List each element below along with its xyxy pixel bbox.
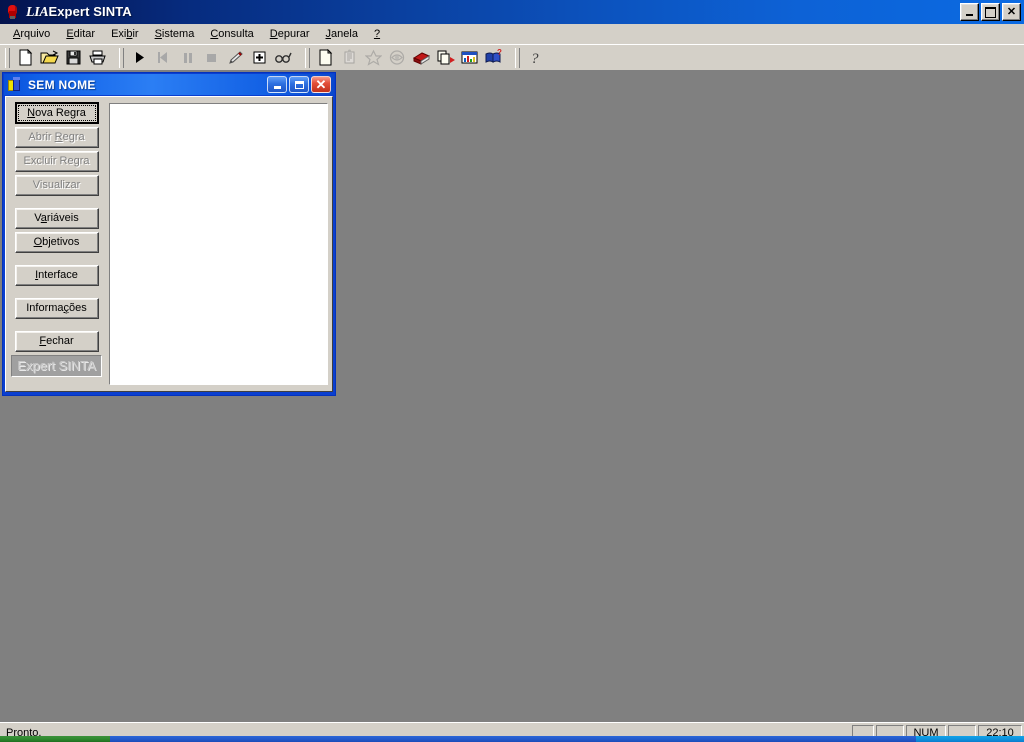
child-close-button[interactable]: ✕ (311, 76, 331, 93)
menu-item-exibir[interactable]: Exibir (103, 26, 147, 43)
report-window-icon[interactable] (457, 46, 481, 69)
objectives-icon[interactable] (361, 46, 385, 69)
close-button[interactable]: ✕ (1002, 3, 1021, 21)
menu-item-arquivo[interactable]: Arquivo (5, 26, 58, 43)
run-play-icon[interactable] (127, 46, 151, 69)
interface-button[interactable]: Interface (14, 265, 99, 286)
taskbar-tasks[interactable] (110, 736, 916, 742)
step-back-icon[interactable] (151, 46, 175, 69)
child-window-controls: ✕ (267, 76, 331, 93)
toolbar-grip-2[interactable] (119, 47, 124, 68)
interface-label: Interface (35, 269, 78, 281)
open-folder-icon[interactable] (37, 46, 61, 69)
rule-list-container (109, 103, 328, 385)
rule-listbox[interactable] (110, 104, 327, 384)
knowledge-base-icon[interactable] (409, 46, 433, 69)
new-file-icon[interactable] (13, 46, 37, 69)
objetivos-label: Objetivos (33, 236, 80, 248)
visualizar-label: Visualizar (32, 179, 81, 191)
child-maximize-button[interactable] (289, 76, 309, 93)
menu-bar: Arquivo Editar Exibir Sistema Consulta D… (0, 24, 1024, 44)
window-controls: ✕ (960, 3, 1021, 21)
restore-button[interactable] (981, 3, 1000, 21)
mdi-client-area: SEM NOME ✕ Nova Regra Abrir Regra Exclui… (0, 71, 1024, 722)
rule-action-panel: Nova Regra Abrir Regra Excluir Regra Vis… (6, 97, 107, 391)
toolbar-grip[interactable] (5, 47, 10, 68)
svg-text:?: ? (497, 49, 502, 57)
nova-regra-label: Nova Regra (27, 106, 86, 119)
pause-icon[interactable] (175, 46, 199, 69)
toolbar-grip-4[interactable] (515, 47, 520, 68)
svg-text:?: ? (531, 51, 539, 66)
child-title-bar: SEM NOME ✕ (4, 74, 334, 95)
system-tray[interactable] (916, 736, 1024, 742)
abrir-regra-label: Abrir Regra (28, 131, 85, 143)
excluir-regra-button[interactable]: Excluir Regra (14, 151, 99, 172)
main-window: LIAExpert SINTA ✕ Arquivo Editar Exibir … (0, 0, 1024, 742)
interface-icon[interactable] (385, 46, 409, 69)
menu-item-consulta[interactable]: Consulta (202, 26, 261, 43)
variables-icon[interactable] (337, 46, 361, 69)
menu-item-editar[interactable]: Editar (58, 26, 103, 43)
menu-item-janela[interactable]: Janela (318, 26, 366, 43)
start-button[interactable] (0, 736, 110, 742)
child-window-title: SEM NOME (28, 77, 96, 92)
toolbar: ? ? (0, 44, 1024, 71)
abrir-regra-button[interactable]: Abrir Regra (14, 127, 99, 148)
variaveis-button[interactable]: Variáveis (14, 208, 99, 229)
new-rule-icon[interactable] (313, 46, 337, 69)
window-title: LIAExpert SINTA (26, 4, 132, 21)
print-icon[interactable] (85, 46, 109, 69)
objetivos-button[interactable]: Objetivos (14, 232, 99, 253)
excluir-regra-label: Excluir Regra (23, 155, 90, 167)
visualizar-button[interactable]: Visualizar (14, 175, 99, 196)
copy-forward-icon[interactable] (433, 46, 457, 69)
menu-item-help[interactable]: ? (366, 26, 388, 43)
panel-spacer-4 (8, 322, 105, 331)
knowledge-base-icon (8, 77, 23, 92)
nova-regra-button[interactable]: Nova Regra (14, 102, 99, 124)
pencil-icon[interactable] (223, 46, 247, 69)
panel-spacer-2 (8, 256, 105, 265)
stop-icon[interactable] (199, 46, 223, 69)
variaveis-label: Variáveis (34, 212, 79, 224)
panel-spacer-3 (8, 289, 105, 298)
window-title-prefix: LIA (26, 4, 49, 20)
fechar-label: Fechar (39, 335, 74, 347)
menu-item-sistema[interactable]: Sistema (147, 26, 203, 43)
expert-sinta-watermark: Expert SINTA (11, 355, 102, 377)
informacoes-label: Informações (26, 302, 87, 314)
informacoes-button[interactable]: Informações (14, 298, 99, 319)
desktop-taskbar (0, 736, 1024, 742)
child-minimize-button[interactable] (267, 76, 287, 93)
toolbar-grip-3[interactable] (305, 47, 310, 68)
app-icon (5, 4, 21, 20)
panel-spacer-1 (8, 199, 105, 208)
child-window-sem-nome: SEM NOME ✕ Nova Regra Abrir Regra Exclui… (2, 72, 336, 396)
book-help-icon[interactable]: ? (481, 46, 505, 69)
main-title-bar: LIAExpert SINTA ✕ (0, 0, 1024, 24)
help-question-icon[interactable]: ? (523, 46, 547, 69)
child-window-body: Nova Regra Abrir Regra Excluir Regra Vis… (5, 96, 333, 392)
breakpoint-icon[interactable] (247, 46, 271, 69)
menu-item-depurar[interactable]: Depurar (262, 26, 318, 43)
save-disk-icon[interactable] (61, 46, 85, 69)
window-title-main: Expert SINTA (48, 3, 132, 19)
glasses-watch-icon[interactable] (271, 46, 295, 69)
fechar-button[interactable]: Fechar (14, 331, 99, 352)
minimize-button[interactable] (960, 3, 979, 21)
